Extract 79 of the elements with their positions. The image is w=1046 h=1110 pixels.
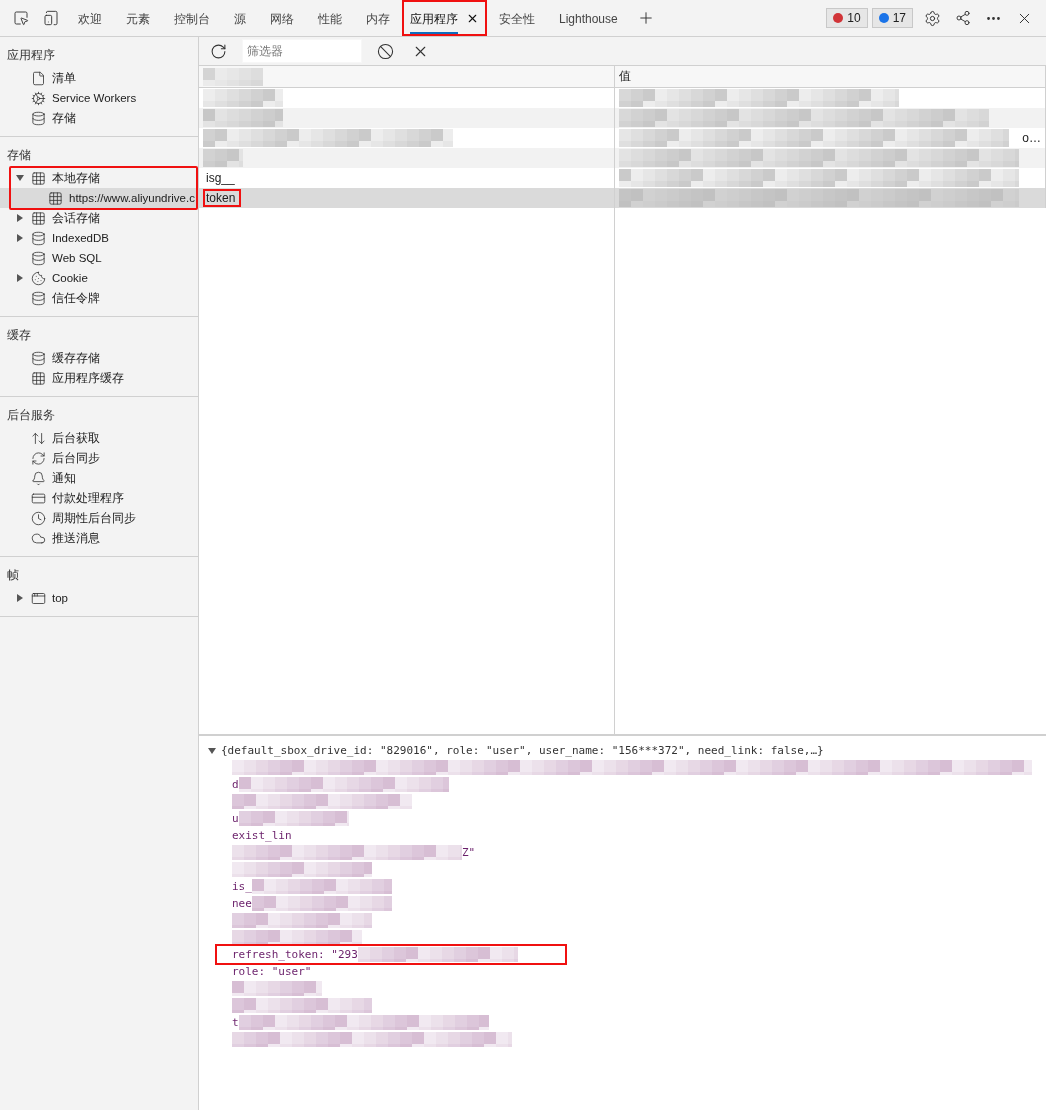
section-title: 帧 <box>6 567 20 584</box>
object-summary: {default_sbox_drive_id: "829016", role: "user", user_name: "156***372", need_link: false,…} <box>221 744 824 757</box>
tab[interactable]: Lighthouse <box>547 0 630 36</box>
message-icon <box>878 13 889 23</box>
sidebar-item[interactable]: Web SQL <box>0 248 198 268</box>
tab[interactable]: 性能 <box>306 0 354 36</box>
sidebar-item[interactable]: Service Workers <box>0 88 198 108</box>
cylinder-icon <box>31 110 46 126</box>
sidebar-item[interactable]: 信任令牌 <box>0 288 198 308</box>
table-cell: o… <box>1022 131 1041 145</box>
cylinder-icon <box>31 230 46 246</box>
message-count-badge[interactable]: 17 <box>871 8 913 28</box>
sync-icon <box>31 450 46 466</box>
expand-arrow-icon[interactable] <box>15 273 25 283</box>
sidebar-item[interactable]: 应用程序缓存 <box>0 368 198 388</box>
bell-icon <box>31 470 46 486</box>
code-text: d <box>232 778 239 791</box>
section-title: 缓存 <box>6 327 32 344</box>
tab[interactable]: 控制台 <box>162 0 222 36</box>
redaction-drawing <box>203 149 243 167</box>
collapse-arrow-icon[interactable] <box>15 173 25 183</box>
tab[interactable]: 内存 <box>354 0 402 36</box>
grid-icon <box>31 170 46 186</box>
sidebar-item[interactable]: 后台同步 <box>0 448 198 468</box>
grid-icon <box>31 210 46 226</box>
table-cell-text: isg__ <box>205 170 236 187</box>
cloud-icon <box>31 530 46 546</box>
error-icon <box>833 13 844 23</box>
code-text: Z" <box>462 846 476 859</box>
tab[interactable]: 元素 <box>114 0 162 36</box>
filter-field[interactable]: 筛选器 <box>242 39 362 63</box>
table-row[interactable]: token <box>199 188 1046 208</box>
gear-icon <box>31 90 46 106</box>
cookie-icon <box>31 270 46 286</box>
tab[interactable]: 源 <box>222 0 258 36</box>
sidebar-item[interactable]: 缓存存储 <box>0 348 198 368</box>
sidebar-item[interactable]: 通知 <box>0 468 198 488</box>
clock-icon <box>31 510 46 526</box>
collapse-arrow-icon[interactable] <box>207 745 217 756</box>
tab[interactable]: 欢迎 <box>66 0 114 36</box>
sidebar-item[interactable]: 后台获取 <box>0 428 198 448</box>
expand-arrow-icon[interactable] <box>15 213 25 223</box>
sidebar-item[interactable]: 存储 <box>0 108 198 128</box>
tab[interactable]: 应用程序 <box>402 0 487 36</box>
document-icon <box>31 70 46 86</box>
grid-icon <box>48 190 63 206</box>
error-count-badge[interactable]: 10 <box>826 8 868 28</box>
up-down-arrows-icon <box>31 430 46 446</box>
code-text: refresh_token: "293 <box>232 948 358 961</box>
section-title: 应用程序 <box>6 47 56 64</box>
tab[interactable]: 安全性 <box>487 0 547 36</box>
card-icon <box>31 490 46 506</box>
sidebar-item[interactable]: Cookie <box>0 268 198 288</box>
sidebar-item[interactable]: 清单 <box>0 68 198 88</box>
cylinder-icon <box>31 290 46 306</box>
expand-arrow-icon[interactable] <box>15 233 25 243</box>
sidebar-item[interactable]: 周期性后台同步 <box>0 508 198 528</box>
code-text: is_ <box>232 880 252 893</box>
code-text: u <box>232 812 239 825</box>
sidebar-item[interactable]: top <box>0 588 198 608</box>
sidebar-item[interactable]: 付款处理程序 <box>0 488 198 508</box>
cylinder-icon <box>31 250 46 266</box>
sidebar-item[interactable]: 推送消息 <box>0 528 198 548</box>
window-icon <box>31 590 46 606</box>
tab[interactable]: 网络 <box>258 0 306 36</box>
sidebar-item[interactable]: 本地存储 <box>0 168 198 188</box>
grid-icon <box>31 370 46 386</box>
cylinder-icon <box>31 350 46 366</box>
code-text: t <box>232 1016 239 1029</box>
section-title: 存储 <box>6 147 32 164</box>
section-title: 后台服务 <box>6 407 56 424</box>
sidebar-item[interactable]: https://www.aliyundrive.c <box>0 188 198 208</box>
table-cell: token <box>203 189 242 207</box>
code-text: role: "user" <box>232 965 312 978</box>
expand-arrow-icon[interactable] <box>15 593 25 603</box>
code-text: nee <box>232 897 252 910</box>
sidebar-item[interactable]: 会话存储 <box>0 208 198 228</box>
sidebar-item[interactable]: IndexedDB <box>0 228 198 248</box>
code-text: exist_lin <box>232 829 292 842</box>
